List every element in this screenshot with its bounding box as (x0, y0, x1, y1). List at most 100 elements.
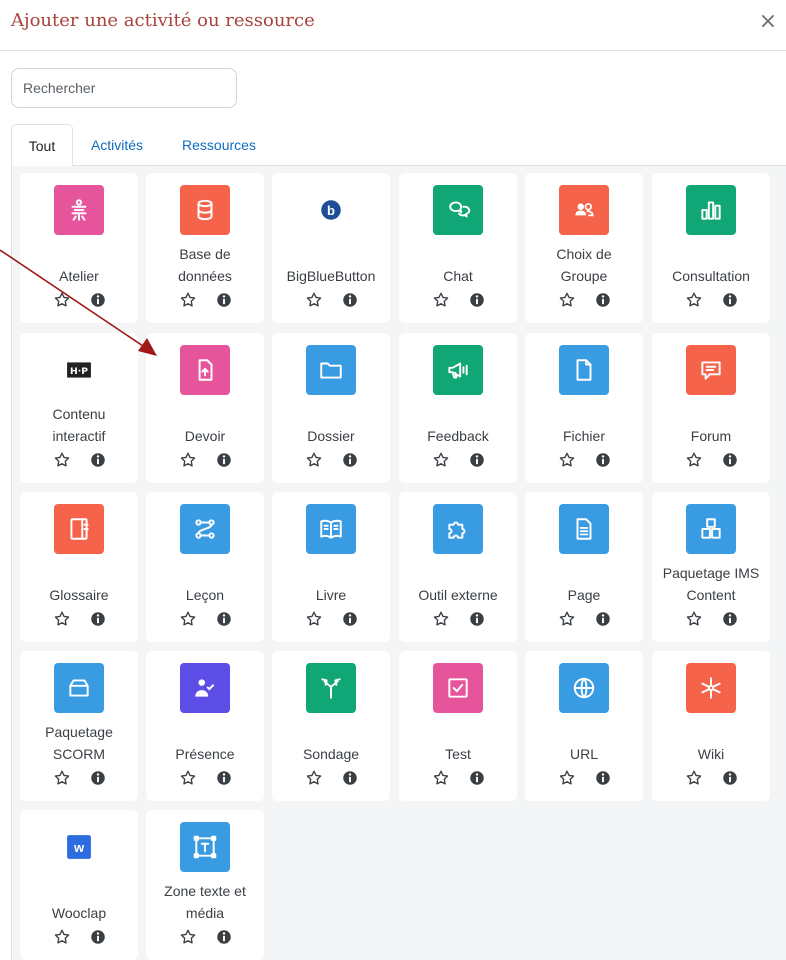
tab-activites[interactable]: Activités (81, 124, 153, 166)
info-icon[interactable] (89, 928, 107, 946)
info-icon[interactable] (215, 610, 233, 628)
close-icon[interactable]: × (757, 8, 779, 36)
info-icon[interactable] (721, 291, 739, 309)
activity-paquetage-ims-content[interactable]: Paquetage IMS Content (652, 492, 770, 642)
activity-label: Choix de Groupe (556, 246, 612, 284)
activity-label: Page (567, 587, 601, 603)
info-icon[interactable] (721, 610, 739, 628)
star-icon[interactable] (179, 928, 197, 946)
star-icon[interactable] (432, 451, 450, 469)
activity-test[interactable]: Test (399, 651, 517, 801)
activity-label: Dossier (307, 428, 355, 444)
star-icon[interactable] (558, 451, 576, 469)
activity-label: Wooclap (51, 905, 107, 921)
star-icon[interactable] (179, 610, 197, 628)
wooclap-icon: w (54, 822, 104, 872)
info-icon[interactable] (468, 451, 486, 469)
tab-tout[interactable]: Tout (11, 124, 73, 167)
activity-paquetage-scorm[interactable]: Paquetage SCORM (20, 651, 138, 801)
activity-wiki[interactable]: Wiki (652, 651, 770, 801)
search-input[interactable] (11, 68, 237, 108)
activity-label: Paquetage IMS Content (662, 565, 760, 603)
activity-zone-texte-et-media[interactable]: Zone texte et média (146, 810, 264, 960)
activity-bigbluebutton[interactable]: b BigBlueButton (272, 173, 390, 323)
info-icon[interactable] (215, 928, 233, 946)
activity-page[interactable]: Page (525, 492, 643, 642)
activity-chat[interactable]: Chat (399, 173, 517, 323)
info-icon[interactable] (341, 291, 359, 309)
activity-glossaire[interactable]: Glossaire (20, 492, 138, 642)
info-icon[interactable] (215, 291, 233, 309)
star-icon[interactable] (305, 610, 323, 628)
info-icon[interactable] (594, 291, 612, 309)
info-icon[interactable] (468, 610, 486, 628)
info-icon[interactable] (594, 451, 612, 469)
info-icon[interactable] (721, 769, 739, 787)
info-icon[interactable] (215, 769, 233, 787)
info-icon[interactable] (468, 291, 486, 309)
star-icon[interactable] (432, 610, 450, 628)
info-icon[interactable] (341, 610, 359, 628)
tab-ressources[interactable]: Ressources (171, 124, 267, 166)
star-icon[interactable] (53, 928, 71, 946)
star-icon[interactable] (432, 291, 450, 309)
star-icon[interactable] (305, 291, 323, 309)
star-icon[interactable] (53, 769, 71, 787)
info-icon[interactable] (89, 610, 107, 628)
activity-feedback[interactable]: Feedback (399, 333, 517, 483)
activity-label: Présence (175, 746, 235, 762)
star-icon[interactable] (685, 451, 703, 469)
database-icon (180, 185, 230, 235)
folder-icon (306, 345, 356, 395)
info-icon[interactable] (215, 451, 233, 469)
survey-icon (306, 663, 356, 713)
info-icon[interactable] (89, 769, 107, 787)
activity-choix-de-groupe[interactable]: Choix de Groupe (525, 173, 643, 323)
activity-outil-externe[interactable]: Outil externe (399, 492, 517, 642)
star-icon[interactable] (53, 451, 71, 469)
star-icon[interactable] (179, 291, 197, 309)
info-icon[interactable] (89, 451, 107, 469)
star-icon[interactable] (53, 610, 71, 628)
star-icon[interactable] (685, 769, 703, 787)
info-icon[interactable] (341, 451, 359, 469)
group-choice-icon (559, 185, 609, 235)
info-icon[interactable] (721, 451, 739, 469)
star-icon[interactable] (558, 769, 576, 787)
activity-atelier[interactable]: Atelier (20, 173, 138, 323)
star-icon[interactable] (685, 610, 703, 628)
star-icon[interactable] (558, 610, 576, 628)
activity-consultation[interactable]: Consultation (652, 173, 770, 323)
activity-presence[interactable]: Présence (146, 651, 264, 801)
info-icon[interactable] (468, 769, 486, 787)
star-icon[interactable] (53, 291, 71, 309)
text-media-icon (180, 822, 230, 872)
activity-dossier[interactable]: Dossier (272, 333, 390, 483)
star-icon[interactable] (305, 769, 323, 787)
info-icon[interactable] (341, 769, 359, 787)
star-icon[interactable] (432, 769, 450, 787)
activity-livre[interactable]: Livre (272, 492, 390, 642)
activity-devoir[interactable]: Devoir (146, 333, 264, 483)
star-icon[interactable] (179, 769, 197, 787)
activity-label: Zone texte et média (164, 883, 246, 921)
info-icon[interactable] (89, 291, 107, 309)
activity-label: Fichier (562, 428, 605, 444)
star-icon[interactable] (305, 451, 323, 469)
star-icon[interactable] (685, 291, 703, 309)
activity-contenu-interactif[interactable]: H·P Contenu interactif (20, 333, 138, 483)
activity-base-de-donnees[interactable]: Base de données (146, 173, 264, 323)
activity-forum[interactable]: Forum (652, 333, 770, 483)
megaphone-icon (433, 345, 483, 395)
info-icon[interactable] (594, 769, 612, 787)
modal-header: Ajouter une activité ou ressource × (0, 0, 786, 51)
attendance-icon (180, 663, 230, 713)
activity-lecon[interactable]: Leçon (146, 492, 264, 642)
activity-url[interactable]: URL (525, 651, 643, 801)
activity-sondage[interactable]: Sondage (272, 651, 390, 801)
info-icon[interactable] (594, 610, 612, 628)
activity-fichier[interactable]: Fichier (525, 333, 643, 483)
activity-wooclap[interactable]: w Wooclap (20, 810, 138, 960)
star-icon[interactable] (179, 451, 197, 469)
star-icon[interactable] (558, 291, 576, 309)
